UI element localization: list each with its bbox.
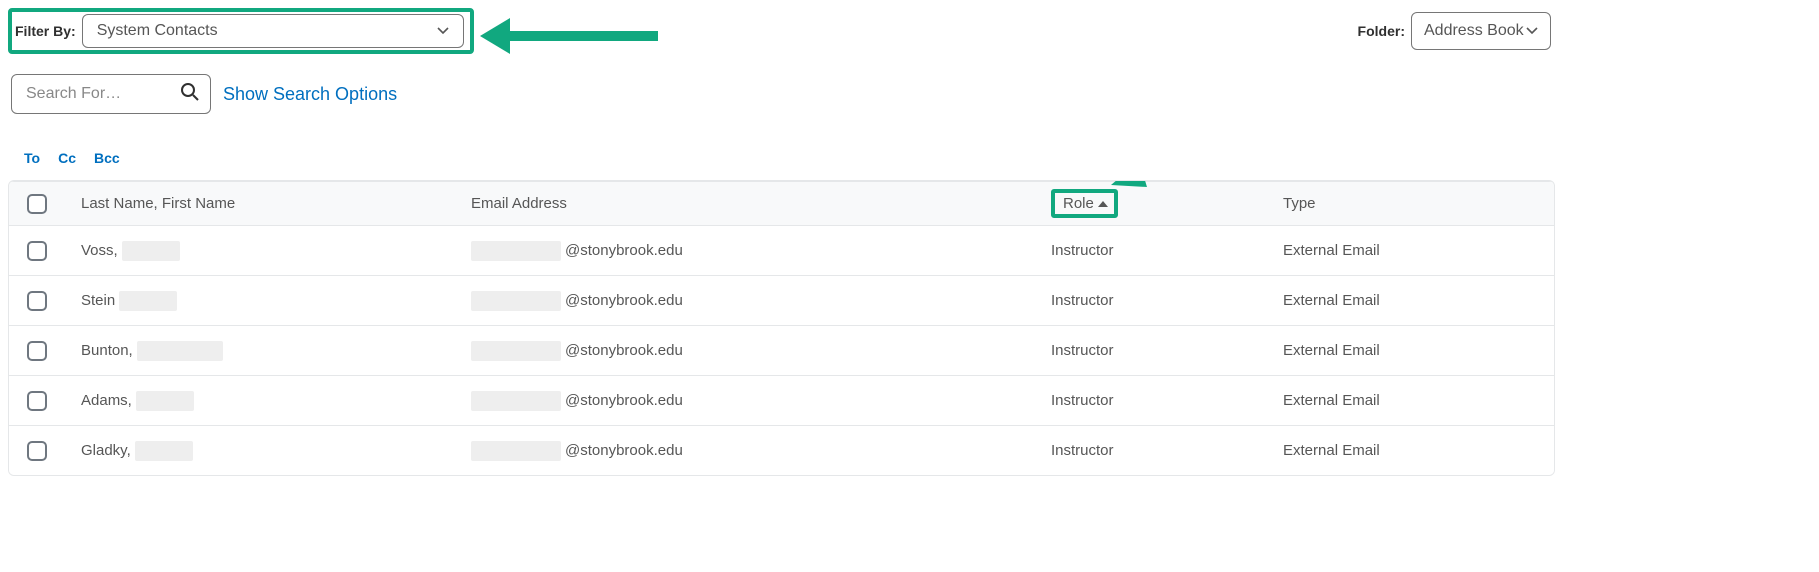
- table-header-row: Last Name, First Name Email Address Role…: [9, 181, 1554, 225]
- header-role-sorted[interactable]: Role: [1051, 189, 1118, 218]
- sort-asc-icon: [1098, 201, 1108, 207]
- cell-lastname: Voss,: [81, 242, 118, 259]
- cc-link[interactable]: Cc: [58, 150, 76, 166]
- header-type[interactable]: Type: [1267, 195, 1554, 212]
- redacted-firstname: [136, 391, 194, 411]
- recipient-links: To Cc Bcc: [24, 150, 1811, 166]
- search-input[interactable]: [24, 84, 174, 104]
- redacted-email-local: [471, 441, 561, 461]
- folder-select[interactable]: Address Book: [1411, 12, 1551, 50]
- chevron-down-icon: [437, 27, 449, 35]
- cell-role: Instructor: [1035, 292, 1267, 309]
- header-role-label: Role: [1063, 195, 1094, 212]
- cell-role: Instructor: [1035, 342, 1267, 359]
- cell-email-domain: @stonybrook.edu: [565, 242, 683, 259]
- row-checkbox[interactable]: [27, 241, 47, 261]
- redacted-email-local: [471, 241, 561, 261]
- cell-type: External Email: [1267, 292, 1554, 309]
- cell-role: Instructor: [1035, 242, 1267, 259]
- cell-type: External Email: [1267, 392, 1554, 409]
- redacted-firstname: [119, 291, 177, 311]
- cell-type: External Email: [1267, 242, 1554, 259]
- bcc-link[interactable]: Bcc: [94, 150, 120, 166]
- redacted-email-local: [471, 391, 561, 411]
- cell-email-domain: @stonybrook.edu: [565, 392, 683, 409]
- cell-role: Instructor: [1035, 392, 1267, 409]
- filter-by-highlight: Filter By: System Contacts: [8, 8, 474, 54]
- filter-by-select[interactable]: System Contacts: [82, 14, 464, 48]
- header-email[interactable]: Email Address: [455, 195, 1035, 212]
- cell-type: External Email: [1267, 442, 1554, 459]
- search-box[interactable]: [11, 74, 211, 114]
- row-checkbox[interactable]: [27, 391, 47, 411]
- annotation-arrow-filter: [478, 12, 668, 62]
- cell-lastname: Gladky,: [81, 442, 131, 459]
- search-icon[interactable]: [180, 82, 200, 106]
- filter-by-value: System Contacts: [97, 22, 218, 40]
- redacted-firstname: [122, 241, 180, 261]
- cell-email-domain: @stonybrook.edu: [565, 442, 683, 459]
- table-row: Voss, @stonybrook.edu Instructor Externa…: [9, 225, 1554, 275]
- contacts-table: Last Name, First Name Email Address Role…: [8, 180, 1555, 476]
- show-search-options-link[interactable]: Show Search Options: [223, 84, 397, 105]
- table-row: Bunton, @stonybrook.edu Instructor Exter…: [9, 325, 1554, 375]
- row-checkbox[interactable]: [27, 441, 47, 461]
- chevron-down-icon: [1526, 27, 1538, 35]
- table-row: Gladky, @stonybrook.edu Instructor Exter…: [9, 425, 1554, 475]
- select-all-checkbox[interactable]: [27, 194, 47, 214]
- redacted-email-local: [471, 341, 561, 361]
- header-name[interactable]: Last Name, First Name: [65, 195, 455, 212]
- filter-by-label: Filter By:: [15, 23, 76, 39]
- to-link[interactable]: To: [24, 150, 40, 166]
- cell-lastname: Stein: [81, 292, 115, 309]
- redacted-email-local: [471, 291, 561, 311]
- redacted-firstname: [137, 341, 223, 361]
- folder-label: Folder:: [1358, 23, 1405, 39]
- redacted-firstname: [135, 441, 193, 461]
- folder-value: Address Book: [1424, 22, 1524, 40]
- cell-email-domain: @stonybrook.edu: [565, 292, 683, 309]
- table-row: Adams, @stonybrook.edu Instructor Extern…: [9, 375, 1554, 425]
- cell-lastname: Adams,: [81, 392, 132, 409]
- row-checkbox[interactable]: [27, 341, 47, 361]
- cell-type: External Email: [1267, 342, 1554, 359]
- row-checkbox[interactable]: [27, 291, 47, 311]
- cell-lastname: Bunton,: [81, 342, 133, 359]
- cell-email-domain: @stonybrook.edu: [565, 342, 683, 359]
- table-row: Stein @stonybrook.edu Instructor Externa…: [9, 275, 1554, 325]
- cell-role: Instructor: [1035, 442, 1267, 459]
